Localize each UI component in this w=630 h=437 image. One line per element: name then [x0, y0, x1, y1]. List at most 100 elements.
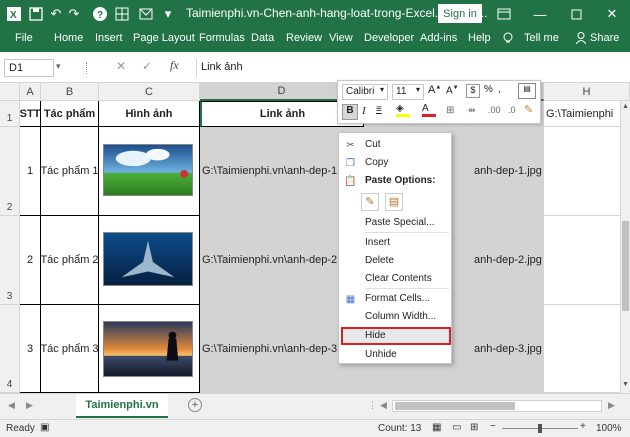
menu-item-copy[interactable]: Copy: [365, 157, 388, 168]
menu-item-unhide[interactable]: Unhide: [365, 349, 397, 360]
cell-c3[interactable]: [99, 216, 200, 305]
mail-icon[interactable]: [136, 4, 156, 24]
save-icon[interactable]: [26, 4, 46, 24]
font-dropdown-icon[interactable]: ▾: [380, 85, 384, 94]
prev-sheet-icon[interactable]: ◀: [8, 400, 15, 411]
tell-me-search[interactable]: Tell me: [524, 32, 559, 44]
cell-b1[interactable]: Tác phẩm: [41, 101, 99, 127]
sheet-options-icon[interactable]: ⋮: [368, 400, 377, 411]
column-header-h[interactable]: H: [544, 83, 630, 101]
tab-review[interactable]: Review: [286, 32, 322, 44]
scroll-down-icon[interactable]: ▼: [622, 381, 629, 388]
cell-h2[interactable]: [544, 127, 630, 216]
percent-icon[interactable]: %: [484, 84, 493, 95]
next-sheet-icon[interactable]: ▶: [26, 400, 33, 411]
comma-style-icon[interactable]: ,: [498, 84, 501, 95]
cell-b2[interactable]: Tác phẩm 1: [41, 127, 99, 216]
merge-icon[interactable]: ⇹: [468, 105, 476, 116]
row-header-1[interactable]: 1: [0, 101, 20, 127]
increase-font-icon[interactable]: A▲: [428, 84, 441, 96]
ribbon-display-icon[interactable]: [494, 4, 514, 24]
cell-a1[interactable]: STT: [20, 101, 41, 127]
menu-item-delete[interactable]: Delete: [365, 255, 394, 266]
maximize-icon[interactable]: [566, 4, 586, 24]
cell-h4[interactable]: [544, 305, 630, 393]
tab-page-layout[interactable]: Page Layout: [133, 32, 195, 44]
tab-add-ins[interactable]: Add-ins: [420, 32, 457, 44]
undo-icon[interactable]: ↶: [46, 4, 66, 24]
customize-qat-icon[interactable]: ▾: [158, 4, 178, 24]
borders-icon[interactable]: ≡: [376, 104, 382, 115]
tab-view[interactable]: View: [329, 32, 353, 44]
cell-a2[interactable]: 1: [20, 127, 41, 216]
cell-g4[interactable]: anh-dep-3.jpg: [472, 305, 544, 393]
menu-item-paste-special[interactable]: Paste Special...: [365, 217, 434, 228]
sheet-tab-active[interactable]: Taimienphi.vn: [76, 394, 168, 418]
close-icon[interactable]: ✕: [602, 4, 622, 24]
increase-decimal-icon[interactable]: .0: [508, 105, 516, 115]
font-color-icon[interactable]: A: [422, 103, 436, 119]
column-header-c[interactable]: C: [99, 83, 200, 101]
cell-b3[interactable]: Tác phẩm 2: [41, 216, 99, 305]
page-break-view-icon[interactable]: ⊞: [470, 422, 478, 433]
zoom-slider-thumb[interactable]: [538, 424, 542, 433]
cell-borders-icon[interactable]: ⊞: [446, 105, 454, 116]
tab-formulas[interactable]: Formulas: [199, 32, 245, 44]
name-box-dropdown-icon[interactable]: ▾: [56, 61, 61, 72]
format-painter-icon[interactable]: ✎: [524, 103, 533, 116]
add-sheet-icon[interactable]: +: [188, 398, 202, 412]
row-header-3[interactable]: 3: [0, 216, 20, 305]
tab-developer[interactable]: Developer: [364, 32, 414, 44]
menu-item-clear-contents[interactable]: Clear Contents: [365, 273, 432, 284]
worksheet-grid[interactable]: A B C D E F G H 1 2 3 4 STT Tác phẩm Hìn…: [0, 83, 630, 393]
page-layout-view-icon[interactable]: ▭: [452, 422, 461, 433]
tab-data[interactable]: Data: [251, 32, 274, 44]
normal-view-icon[interactable]: ▦: [432, 422, 441, 433]
grid-icon[interactable]: [112, 4, 132, 24]
cell-b4[interactable]: Tác phẩm 3: [41, 305, 99, 393]
select-all-corner[interactable]: [0, 83, 20, 101]
italic-icon[interactable]: I: [362, 105, 366, 117]
menu-item-format-cells[interactable]: Format Cells...: [365, 293, 430, 304]
minimize-icon[interactable]: —: [530, 4, 550, 24]
horizontal-scrollbar[interactable]: [392, 400, 602, 412]
menu-item-column-width[interactable]: Column Width...: [365, 311, 436, 322]
cell-h1[interactable]: G:\Taimienphi: [544, 101, 630, 127]
row-header-2[interactable]: 2: [0, 127, 20, 216]
paste-values-icon[interactable]: ▤: [385, 193, 403, 211]
macro-record-icon[interactable]: ▣: [40, 422, 49, 433]
fill-color-icon[interactable]: ◈: [396, 103, 410, 119]
scroll-up-icon[interactable]: ▲: [622, 103, 629, 110]
column-header-b[interactable]: B: [41, 83, 99, 101]
enter-icon[interactable]: ✓: [142, 59, 152, 73]
column-header-a[interactable]: A: [20, 83, 41, 101]
help-icon[interactable]: ?: [90, 4, 110, 24]
cell-h3[interactable]: [544, 216, 630, 305]
name-box[interactable]: D1: [4, 59, 54, 77]
formula-input[interactable]: Link ảnh: [196, 59, 626, 77]
menu-item-hide[interactable]: Hide: [365, 330, 386, 341]
cell-c4[interactable]: [99, 305, 200, 393]
cell-a4[interactable]: 3: [20, 305, 41, 393]
cancel-icon[interactable]: ✕: [116, 59, 126, 73]
zoom-level[interactable]: 100%: [596, 423, 622, 434]
tab-home[interactable]: Home: [54, 32, 83, 44]
scroll-right-icon[interactable]: ▶: [608, 400, 615, 411]
sign-in-button[interactable]: Sign in: [438, 4, 482, 23]
font-size-dropdown-icon[interactable]: ▾: [416, 85, 420, 94]
number-format-icon[interactable]: $: [466, 84, 480, 98]
redo-icon[interactable]: ↷: [64, 4, 84, 24]
paste-keep-format-icon[interactable]: ✎: [361, 193, 379, 211]
share-button[interactable]: Share: [590, 32, 619, 44]
insert-function-icon[interactable]: fx: [170, 58, 179, 73]
tab-file[interactable]: File: [15, 32, 33, 44]
scroll-left-icon[interactable]: ◀: [380, 400, 387, 411]
format-table-icon[interactable]: ▤: [518, 83, 536, 99]
cell-c2[interactable]: [99, 127, 200, 216]
cell-a3[interactable]: 2: [20, 216, 41, 305]
menu-item-cut[interactable]: Cut: [365, 139, 381, 150]
tab-help[interactable]: Help: [468, 32, 491, 44]
zoom-out-icon[interactable]: −: [490, 421, 496, 432]
zoom-in-icon[interactable]: +: [580, 421, 586, 432]
cell-g2[interactable]: anh-dep-1.jpg: [472, 127, 544, 216]
